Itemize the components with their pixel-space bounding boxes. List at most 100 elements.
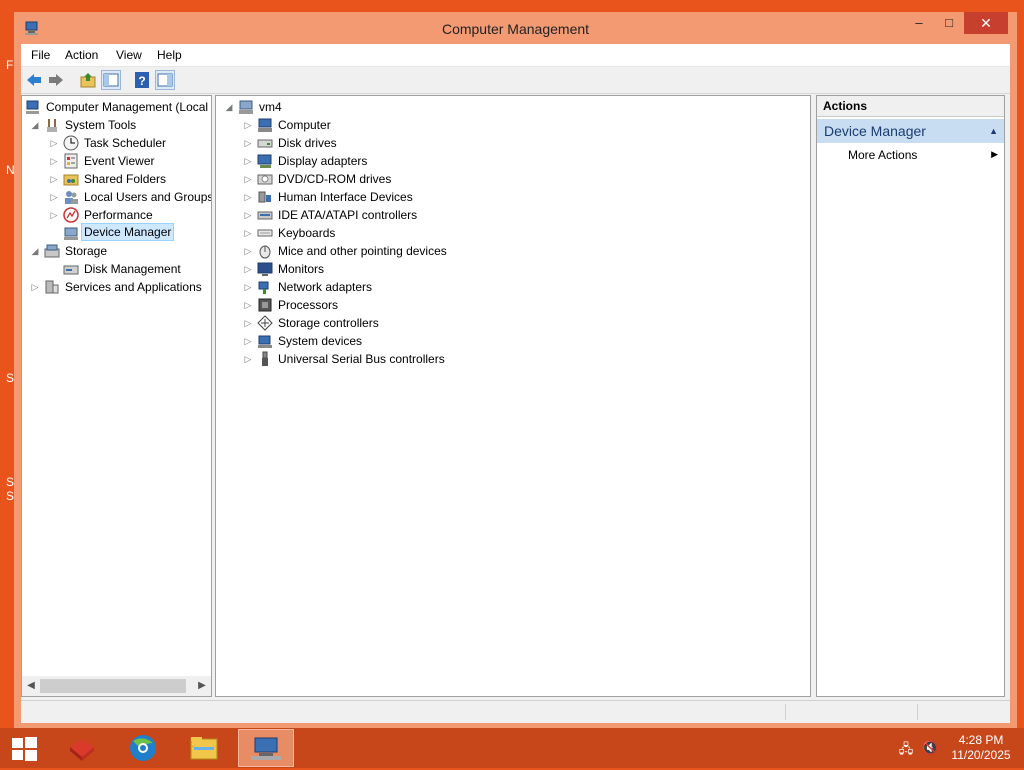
menu-view[interactable]: View — [116, 48, 142, 62]
computer-icon — [239, 100, 253, 114]
scroll-left-icon[interactable]: ◀ — [24, 678, 38, 694]
collapsed-arrow-icon[interactable]: ▷ — [243, 242, 253, 260]
collapsed-arrow-icon[interactable]: ▷ — [49, 134, 59, 152]
actions-section-label: Device Manager — [824, 123, 926, 139]
hid-icon — [258, 191, 271, 203]
actions-pane: Actions Device Manager ▲ More Actions ▶ — [816, 95, 1005, 697]
collapsed-arrow-icon[interactable]: ▷ — [49, 188, 59, 206]
device-category-label: Display adapters — [278, 154, 368, 168]
device-tree-pane: ◢ vm4 ▷ Computer ▷ Disk drives ▷ Display adap… — [215, 95, 811, 697]
tree-item-label: Local Users and Groups — [84, 190, 212, 204]
collapsed-arrow-icon[interactable]: ▷ — [243, 170, 253, 188]
maximize-button[interactable]: □ — [936, 12, 962, 34]
collapsed-arrow-icon[interactable]: ▷ — [243, 134, 253, 152]
storage-icon — [44, 244, 60, 258]
device-category-label: Disk drives — [278, 136, 337, 150]
shared-folder-icon — [63, 174, 79, 186]
device-category-label: Storage controllers — [278, 316, 379, 330]
collapsed-arrow-icon[interactable]: ▷ — [49, 170, 59, 188]
show-hide-action-pane-button[interactable] — [155, 70, 175, 90]
taskbar-server-manager[interactable] — [54, 729, 110, 767]
computer-management-icon — [251, 737, 281, 760]
usb-icon — [262, 351, 268, 366]
collapsed-arrow-icon[interactable]: ▷ — [49, 152, 59, 170]
display-adapter-icon — [257, 154, 272, 168]
device-category-label: DVD/CD-ROM drives — [278, 172, 392, 186]
forward-button[interactable] — [46, 70, 66, 90]
tree-item-label: Task Scheduler — [84, 136, 167, 150]
collapsed-arrow-icon[interactable]: ▷ — [243, 260, 253, 278]
tree-item-services-and-applications[interactable]: ▷ Services and Applications — [25, 278, 210, 296]
tree-item-event-viewer[interactable]: ▷ Event Viewer — [25, 152, 210, 170]
browser-icon — [130, 735, 156, 761]
users-icon — [65, 191, 78, 204]
tree-item-storage[interactable]: ◢ Storage — [25, 242, 210, 260]
dvd-drive-icon — [257, 174, 273, 185]
collapsed-arrow-icon[interactable]: ▷ — [243, 188, 253, 206]
tree-item-performance[interactable]: ▷ Performance — [25, 206, 210, 224]
expanded-arrow-icon[interactable]: ◢ — [30, 242, 40, 260]
actions-header: Actions — [817, 96, 1004, 117]
scrollbar-thumb[interactable] — [40, 679, 186, 693]
tree-item-label: Device Manager — [81, 223, 175, 241]
tree-item-local-users-and-groups[interactable]: ▷ Local Users and Groups — [25, 188, 212, 206]
back-button[interactable] — [24, 70, 44, 90]
collapsed-arrow-icon[interactable]: ▷ — [243, 278, 253, 296]
processor-icon — [258, 298, 272, 312]
tree-item-system-tools[interactable]: ◢ System Tools — [25, 116, 210, 134]
server-manager-icon — [70, 739, 94, 761]
network-icon[interactable]: 🖧 — [898, 740, 914, 756]
start-button-windows-icon[interactable] — [6, 734, 42, 764]
menu-bar: File Action View Help — [21, 44, 1010, 67]
collapse-up-icon[interactable]: ▲ — [989, 119, 998, 143]
collapsed-arrow-icon[interactable]: ▷ — [243, 296, 253, 314]
menu-help[interactable]: Help — [157, 48, 182, 62]
taskbar-computer-management[interactable] — [238, 729, 294, 767]
clock-icon — [63, 135, 79, 151]
taskbar-browser[interactable] — [115, 729, 171, 767]
event-viewer-icon — [64, 153, 78, 169]
show-hide-tree-button[interactable] — [101, 70, 121, 90]
scroll-right-icon[interactable]: ▶ — [195, 678, 209, 694]
system-clock[interactable]: 4:28 PM 11/20/2025 — [945, 733, 1017, 763]
mouse-icon — [259, 245, 271, 259]
back-icon — [27, 74, 41, 86]
window-title: Computer Management — [441, 21, 590, 37]
collapsed-arrow-icon[interactable]: ▷ — [243, 332, 253, 350]
device-manager-icon — [64, 227, 78, 240]
status-bar — [21, 700, 1010, 723]
actions-section-device-manager[interactable]: Device Manager ▲ — [817, 119, 1004, 143]
collapsed-arrow-icon[interactable]: ▷ — [243, 314, 253, 332]
expanded-arrow-icon[interactable]: ◢ — [30, 116, 40, 134]
menu-action[interactable]: Action — [65, 48, 98, 62]
title-bar[interactable]: Computer Management – □ ✕ — [14, 12, 1017, 44]
help-button[interactable]: ? — [132, 70, 152, 90]
close-button[interactable]: ✕ — [964, 12, 1008, 34]
file-explorer-icon — [190, 737, 218, 760]
clock-time: 4:28 PM — [958, 733, 1004, 747]
collapsed-arrow-icon[interactable]: ▷ — [243, 206, 253, 224]
collapsed-arrow-icon[interactable]: ▷ — [243, 116, 253, 134]
tools-icon — [47, 119, 57, 132]
up-folder-button[interactable] — [78, 70, 98, 90]
device-root-label: vm4 — [259, 100, 282, 114]
collapsed-arrow-icon[interactable]: ▷ — [243, 152, 253, 170]
more-actions-item[interactable]: More Actions — [848, 148, 917, 162]
collapsed-arrow-icon[interactable]: ▷ — [30, 278, 40, 296]
disk-management-icon — [63, 265, 79, 275]
collapsed-arrow-icon[interactable]: ▷ — [49, 206, 59, 224]
tree-item-task-scheduler[interactable]: ▷ Task Scheduler — [25, 134, 210, 152]
device-category-label: Processors — [278, 298, 339, 312]
horizontal-scrollbar[interactable]: ◀ ▶ — [22, 676, 211, 696]
expanded-arrow-icon[interactable]: ◢ — [224, 98, 234, 116]
minimize-button[interactable]: – — [906, 12, 932, 34]
computer-icon — [258, 118, 272, 132]
collapsed-arrow-icon[interactable]: ▷ — [243, 350, 253, 368]
collapsed-arrow-icon[interactable]: ▷ — [243, 224, 253, 242]
tree-item-disk-management[interactable]: Disk Management — [25, 260, 210, 278]
tree-item-shared-folders[interactable]: ▷ Shared Folders — [25, 170, 210, 188]
volume-muted-icon[interactable]: 🔇 — [922, 740, 938, 756]
tree-item-device-manager[interactable]: Device Manager — [25, 223, 210, 242]
taskbar-file-explorer[interactable] — [176, 729, 232, 767]
menu-file[interactable]: File — [31, 48, 50, 62]
